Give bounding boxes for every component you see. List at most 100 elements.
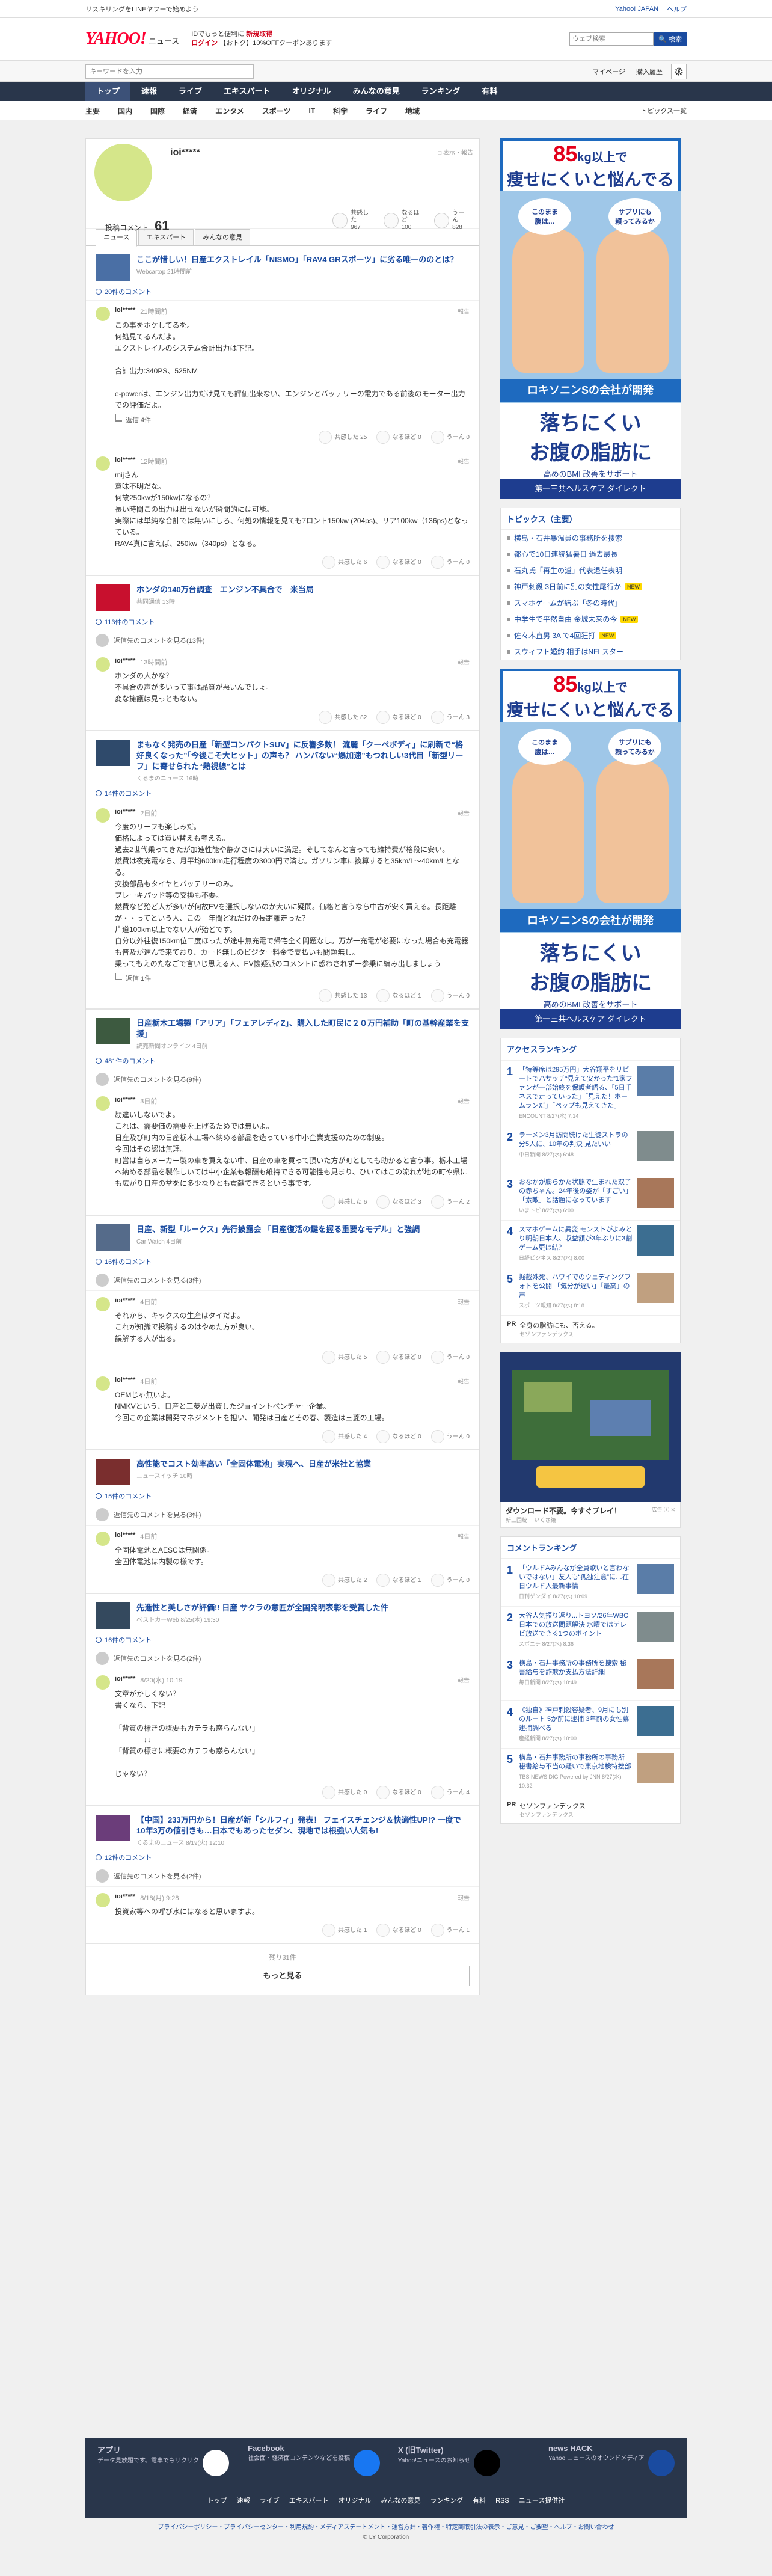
login-link[interactable]: ログイン xyxy=(191,40,218,47)
category-1[interactable]: 国内 xyxy=(118,106,132,116)
article-thumbnail[interactable] xyxy=(96,1602,130,1629)
insight-button[interactable]: なるほど 3 xyxy=(376,1195,421,1209)
nav-item-2[interactable]: ライブ xyxy=(168,82,213,101)
commenter-name[interactable]: ioi***** xyxy=(115,1297,135,1307)
signup-link[interactable]: 新規取得 xyxy=(246,31,272,38)
article-item[interactable]: ここが惜しい！日産エクストレイル「NISMO」「RAV4 GRスポーツ」に劣る唯… xyxy=(86,246,479,284)
article-title[interactable]: ホンダの140万台調査 エンジン不具合で 米当局 xyxy=(136,584,314,595)
empathy-button[interactable]: 共感した 25 xyxy=(319,431,367,444)
insight-button[interactable]: なるほど 0 xyxy=(376,556,421,569)
report-button[interactable]: 報告 xyxy=(458,1893,470,1903)
parent-comment-link[interactable]: 返信先のコメントを見る(3件) xyxy=(86,1504,479,1525)
report-button[interactable]: 報告 xyxy=(458,808,470,818)
footer-app[interactable]: アプリ データ見放題です。電車でもサクサク xyxy=(97,2444,242,2476)
replies-link[interactable]: 返信 1件 xyxy=(115,973,470,983)
comments-count-link[interactable]: 20件のコメント xyxy=(86,284,479,300)
article-title[interactable]: 日産、新型「ルークス」先行披露会 「日産復活の鍵を握る重要なモデル」と強調 xyxy=(136,1224,420,1235)
article-title[interactable]: ここが惜しい！日産エクストレイル「NISMO」「RAV4 GRスポーツ」に劣る唯… xyxy=(136,254,458,265)
category-8[interactable]: ライフ xyxy=(366,106,387,116)
help-link[interactable]: ヘルプ xyxy=(667,4,687,14)
commenter-name[interactable]: ioi***** xyxy=(115,1675,135,1685)
insight-button[interactable]: なるほど 0 xyxy=(376,1351,421,1364)
comments-count-link[interactable]: 481件のコメント xyxy=(86,1053,479,1069)
footer-link[interactable]: RSS xyxy=(495,2497,509,2504)
hmm-button[interactable]: うーん 0 xyxy=(430,1430,470,1443)
article-thumbnail[interactable] xyxy=(96,1018,130,1044)
parent-comment-link[interactable]: 返信先のコメントを見る(2件) xyxy=(86,1866,479,1886)
category-3[interactable]: 経済 xyxy=(183,106,197,116)
article-title[interactable]: 【中国】233万円から！日産が新「シルフィ」発表！ フェイスチェンジ＆快適性UP… xyxy=(136,1815,470,1836)
article-thumbnail[interactable] xyxy=(96,740,130,766)
insight-button[interactable]: なるほど 0 xyxy=(376,1786,421,1799)
commenter-name[interactable]: ioi***** xyxy=(115,456,135,466)
hmm-button[interactable]: うーん 3 xyxy=(430,711,470,724)
nav-item-3[interactable]: エキスパート xyxy=(213,82,281,101)
empathy-button[interactable]: 共感した 0 xyxy=(322,1786,367,1799)
empathy-button[interactable]: 共感した 4 xyxy=(322,1430,367,1443)
commenter-name[interactable]: ioi***** xyxy=(115,808,135,818)
category-2[interactable]: 国際 xyxy=(150,106,165,116)
empathy-button[interactable]: 共感した 6 xyxy=(322,556,367,569)
article-title[interactable]: まもなく発売の日産「新型コンパクトSUV」に反響多数！ 流麗「クーペボディ」に刷… xyxy=(136,740,470,772)
hmm-button[interactable]: うーん 0 xyxy=(430,431,470,444)
topic-item[interactable]: スマホゲームが結ぶ「冬の時代」 xyxy=(501,595,680,611)
article-item[interactable]: 【中国】233万円から！日産が新「シルフィ」発表！ フェイスチェンジ＆快適性UP… xyxy=(86,1806,479,1850)
article-title[interactable]: 日産栃木工場製「アリア」「フェアレディZ」、購入した町民に２０万円補助「町の基幹… xyxy=(136,1018,470,1040)
nav-item-6[interactable]: ランキング xyxy=(411,82,471,101)
footer-link[interactable]: 有料 xyxy=(473,2497,486,2504)
empathy-button[interactable]: 共感した 82 xyxy=(319,711,367,724)
insight-button[interactable]: なるほど 1 xyxy=(376,1574,421,1587)
footer-link[interactable]: ランキング xyxy=(430,2497,463,2504)
footer-link[interactable]: トップ xyxy=(207,2497,227,2504)
pr-item-2[interactable]: PR セゾンファンデックス セゾンファンデックス xyxy=(501,1796,680,1823)
purchase-history-link[interactable]: 購入履歴 xyxy=(636,67,663,76)
commenter-name[interactable]: ioi***** xyxy=(115,1376,135,1386)
category-7[interactable]: 科学 xyxy=(333,106,348,116)
empathy-button[interactable]: 共感した 2 xyxy=(322,1574,367,1587)
category-6[interactable]: IT xyxy=(308,106,315,115)
hmm-button[interactable]: うーん 0 xyxy=(430,1574,470,1587)
parent-comment-link[interactable]: 返信先のコメントを見る(2件) xyxy=(86,1648,479,1669)
report-button[interactable]: 報告 xyxy=(458,1096,470,1106)
nav-item-4[interactable]: オリジナル xyxy=(281,82,342,101)
yahoo-japan-link[interactable]: Yahoo! JAPAN xyxy=(615,5,658,13)
pr-item-1[interactable]: PR 全身の脂肪にも、否える。 セゾンファンデックス xyxy=(501,1315,680,1343)
article-title[interactable]: 先進性と美しさが評価!! 日産 サクラの意匠が全国発明表彰を受賞した件 xyxy=(136,1602,388,1613)
footer-x[interactable]: X (旧Twitter) Yahoo!ニュースのお知らせ xyxy=(398,2444,542,2476)
commenter-name[interactable]: ioi***** xyxy=(115,307,135,316)
report-button[interactable]: 報告 xyxy=(458,1532,470,1541)
article-thumbnail[interactable] xyxy=(96,584,130,611)
footer-facebook[interactable]: Facebook 社会面・経済面コンテンツなどを投稿 xyxy=(248,2444,392,2476)
insight-button[interactable]: なるほど 0 xyxy=(376,1924,421,1937)
report-button[interactable]: 報告 xyxy=(458,307,470,316)
report-button[interactable]: 報告 xyxy=(458,1376,470,1386)
legal-line[interactable]: プライバシーポリシー・プライバシーセンター・利用規約・メディアステートメント・運… xyxy=(0,2523,772,2533)
topic-item[interactable]: 石丸氏「再生の道」代表退任表明 xyxy=(501,562,680,578)
comments-count-link[interactable]: 16件のコメント xyxy=(86,1633,479,1648)
empathy-button[interactable]: 共感した 5 xyxy=(322,1351,367,1364)
category-0[interactable]: 主要 xyxy=(85,106,100,116)
commenter-name[interactable]: ioi***** xyxy=(115,1096,135,1106)
topic-item[interactable]: 横島・石井暴温員の事務所を捜索 xyxy=(501,530,680,546)
hmm-button[interactable]: うーん 0 xyxy=(430,1351,470,1364)
topic-item[interactable]: 都心で10日連続猛暑日 過去最長 xyxy=(501,546,680,562)
hmm-button[interactable]: うーん 0 xyxy=(430,989,470,1002)
replies-link[interactable]: 返信 4件 xyxy=(115,414,470,425)
nav-item-0[interactable]: トップ xyxy=(85,82,131,101)
hmm-button[interactable]: うーん 4 xyxy=(430,1786,470,1799)
settings-button[interactable] xyxy=(671,64,687,79)
hmm-button[interactable]: うーん 0 xyxy=(430,556,470,569)
ad-banner-1[interactable]: 広告 ⓘ ✕85kg以上で痩せにくいと悩んでるこのまま 腹は…サプリにも 頼って… xyxy=(500,138,681,499)
footer-link[interactable]: エキスパート xyxy=(289,2497,329,2504)
empathy-button[interactable]: 共感した 13 xyxy=(319,989,367,1002)
article-item[interactable]: 先進性と美しさが評価!! 日産 サクラの意匠が全国発明表彰を受賞した件 ベストカー… xyxy=(86,1594,479,1633)
insight-button[interactable]: なるほど 0 xyxy=(376,711,421,724)
ranking-item[interactable]: 4 《独自》神戸刺殺容疑者、9月にも別のルート 5か前に逮捕 3年前の女性慕逮捕調… xyxy=(501,1700,680,1748)
article-thumbnail[interactable] xyxy=(96,254,130,281)
report-button[interactable]: 報告 xyxy=(458,1297,470,1307)
category-5[interactable]: スポーツ xyxy=(262,106,291,116)
web-search-input[interactable] xyxy=(569,32,654,46)
parent-comment-link[interactable]: 返信先のコメントを見る(3件) xyxy=(86,1270,479,1290)
footer-link[interactable]: オリジナル xyxy=(338,2497,371,2504)
nav-item-1[interactable]: 速報 xyxy=(130,82,168,101)
